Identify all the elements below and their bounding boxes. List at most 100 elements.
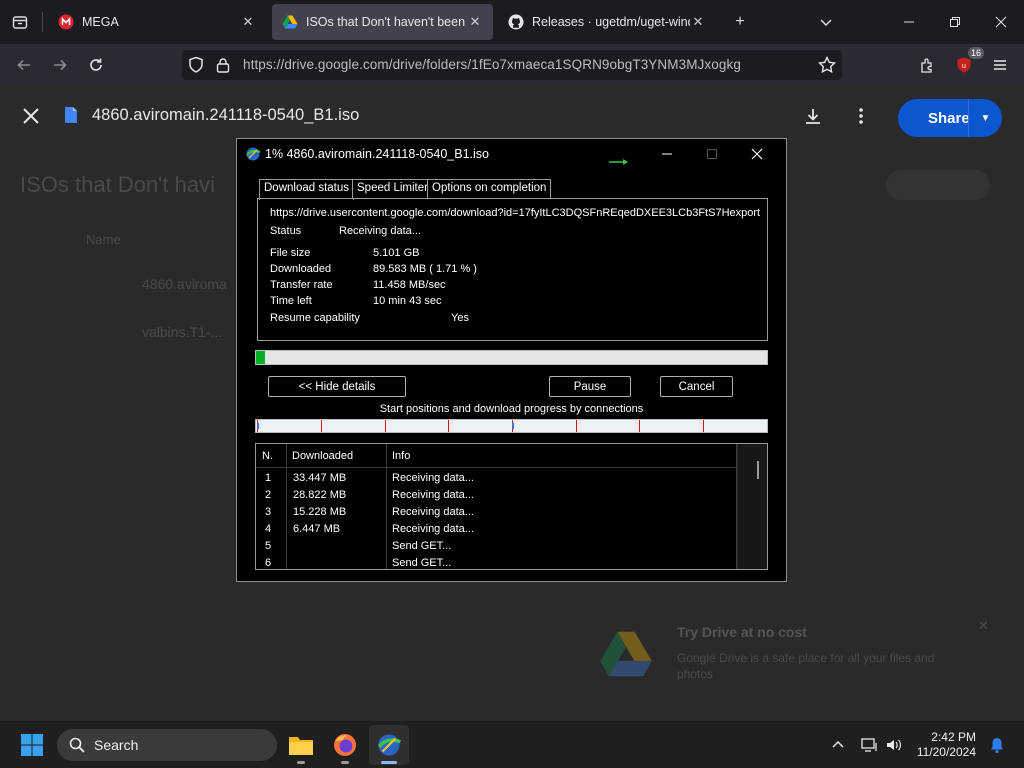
folder-title: ISOs that Don't havi (20, 172, 215, 197)
close-tab-icon[interactable]: ✕ (467, 14, 483, 30)
time-left-value: 10 min 43 sec (373, 295, 442, 307)
extensions-icon[interactable] (914, 52, 942, 78)
tab-manager-icon[interactable] (8, 10, 32, 34)
cancel-button[interactable]: Cancel (660, 376, 733, 397)
lock-icon[interactable] (216, 57, 230, 78)
share-button[interactable]: Share ▼ (898, 99, 1002, 137)
tab-options-on-completion[interactable]: Options on completion (427, 179, 552, 199)
column-header-number[interactable]: N. (262, 450, 273, 462)
connection-info: Receiving data... (392, 489, 474, 501)
folder-icon (289, 737, 313, 755)
windows-taskbar: Search 2:42 PM 11/20/2024 (0, 720, 1024, 768)
search-label: Search (94, 737, 139, 753)
volume-icon[interactable] (884, 735, 904, 755)
download-icon[interactable] (804, 107, 822, 130)
close-window-icon[interactable] (978, 0, 1024, 44)
connection-number: 4 (265, 523, 272, 535)
document-file-icon (64, 106, 78, 129)
connections-table-header: N. Downloaded Info (256, 444, 767, 468)
file-row: 4860.aviroma (142, 276, 227, 292)
show-hidden-icons-chevron-icon[interactable] (828, 735, 848, 755)
connection-info: Send GET... (392, 540, 452, 552)
column-header-info[interactable]: Info (392, 450, 410, 462)
close-tab-icon[interactable]: ✕ (690, 14, 706, 30)
windows-logo-icon (21, 734, 43, 756)
column-divider (286, 444, 287, 569)
firefox-icon (334, 734, 356, 756)
promo-body: Google Drive is a safe place for all you… (677, 651, 935, 681)
svg-text:u: u (962, 63, 966, 70)
connection-progress-segment (257, 423, 259, 429)
google-drive-logo-icon (598, 630, 654, 683)
ublock-icon[interactable]: u 16 (950, 47, 984, 78)
back-icon[interactable] (10, 52, 38, 78)
close-tab-icon[interactable]: ✕ (240, 14, 256, 30)
firefox-app[interactable] (325, 725, 365, 765)
tracking-protection-icon[interactable] (188, 56, 204, 79)
share-label: Share (928, 109, 970, 127)
system-clock[interactable]: 2:42 PM 11/20/2024 (912, 730, 976, 760)
start-button[interactable] (12, 725, 52, 765)
minimize-window-icon[interactable] (886, 0, 932, 44)
tab-download-status[interactable]: Download status (259, 179, 355, 200)
menu-icon[interactable] (986, 52, 1014, 78)
forward-icon[interactable] (46, 52, 74, 78)
connection-start-marker (576, 420, 577, 432)
list-all-tabs-icon[interactable] (814, 10, 838, 34)
network-icon[interactable] (860, 735, 880, 755)
tab-drive[interactable]: ISOs that Don't haven't been up ✕ (272, 4, 493, 40)
dialog-maximize-icon[interactable] (689, 139, 735, 169)
search-icon (69, 737, 85, 758)
connection-progress-map (255, 419, 768, 433)
more-options-icon[interactable] (852, 107, 870, 130)
idm-logo-icon (377, 734, 402, 756)
connections-table: N. Downloaded Info 1 33.447 MB Receiving… (255, 443, 768, 570)
tab-title: Releases · ugetdm/uget-windo (532, 15, 690, 29)
running-indicator (381, 761, 397, 764)
column-header-downloaded[interactable]: Downloaded (292, 450, 353, 462)
dialog-minimize-icon[interactable] (644, 139, 690, 169)
file-size-value: 5.101 GB (373, 247, 420, 259)
bookmark-star-icon[interactable] (817, 55, 837, 79)
dialog-close-icon[interactable] (734, 139, 780, 169)
share-dropdown-icon[interactable]: ▼ (968, 99, 1002, 137)
close-preview-icon[interactable] (22, 107, 40, 130)
close-promo-icon[interactable]: ✕ (978, 618, 989, 634)
taskbar-search[interactable]: Search (57, 729, 277, 761)
url-text[interactable]: https://drive.google.com/drive/folders/1… (243, 57, 741, 72)
table-scrollbar[interactable] (737, 444, 767, 569)
download-status-panel: https://drive.usercontent.google.com/dow… (257, 198, 768, 341)
connection-number: 5 (265, 540, 272, 552)
tab-separator (42, 12, 43, 32)
connection-start-marker (703, 420, 704, 432)
view-toggle (886, 170, 990, 200)
tab-mega[interactable]: MEGA ✕ (48, 4, 266, 40)
status-value: Receiving data... (339, 225, 421, 237)
clock-time: 2:42 PM (931, 730, 976, 744)
idm-app[interactable] (369, 725, 409, 765)
scrollbar-thumb[interactable] (757, 461, 759, 479)
running-indicator (341, 761, 349, 764)
green-arrow-icon (609, 153, 633, 171)
resume-capability-label: Resume capability (270, 312, 360, 324)
connection-downloaded: 28.822 MB (293, 489, 347, 501)
reload-icon[interactable] (82, 52, 110, 78)
restore-window-icon[interactable] (932, 0, 978, 44)
tab-title: ISOs that Don't haven't been up (306, 15, 467, 29)
preview-file-title: 4860.aviromain.241118-0540_B1.iso (92, 106, 360, 124)
notification-bell-icon[interactable] (987, 735, 1007, 755)
status-label: Status (270, 225, 302, 237)
new-tab-button[interactable]: + (728, 10, 752, 34)
connection-start-marker (321, 420, 322, 432)
connection-start-marker (385, 420, 386, 432)
pause-button[interactable]: Pause (549, 376, 631, 397)
connection-downloaded: 15.228 MB (293, 506, 347, 518)
column-divider (386, 444, 387, 569)
address-bar[interactable]: https://drive.google.com/drive/folders/1… (182, 50, 842, 80)
connection-downloaded: 6.447 MB (293, 523, 341, 535)
hide-details-button[interactable]: << Hide details (268, 376, 406, 397)
tab-github[interactable]: Releases · ugetdm/uget-windo ✕ (498, 4, 716, 40)
download-progress-bar (255, 350, 768, 365)
tab-speed-limiter[interactable]: Speed Limiter (352, 179, 433, 199)
file-explorer-app[interactable] (281, 725, 321, 765)
